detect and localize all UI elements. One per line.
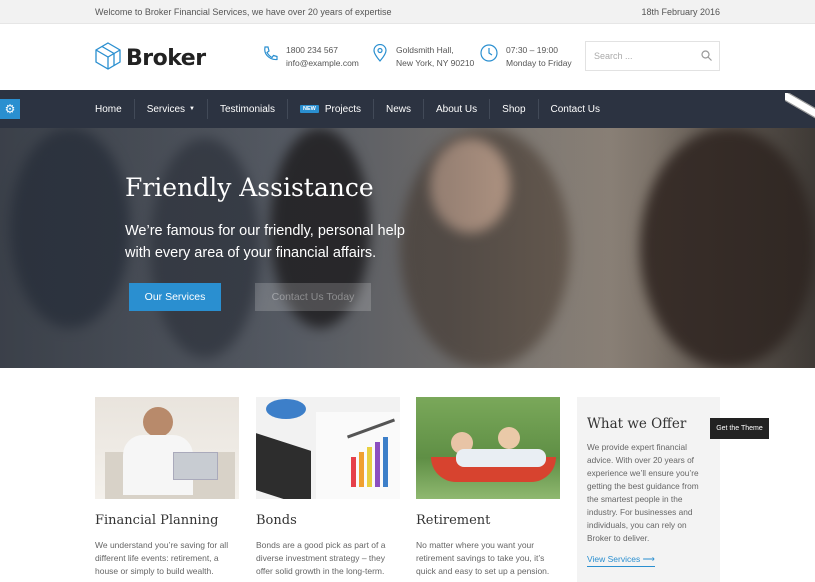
map-pin-icon	[372, 44, 388, 62]
search-placeholder: Search ...	[594, 51, 633, 61]
hours-contact: 07:30 – 19:00 Monday to Friday	[480, 44, 572, 70]
top-bar: Welcome to Broker Financial Services, we…	[0, 0, 815, 24]
card-financial-planning: Financial Planning We understand you’re …	[95, 397, 239, 578]
hours-time: 07:30 – 19:00	[506, 45, 558, 55]
offer-title: What we Offer	[587, 416, 687, 432]
address-contact: Goldsmith Hall, New York, NY 90210	[372, 44, 474, 70]
current-date: 18th February 2016	[641, 7, 720, 17]
card-image-man-laptop[interactable]	[95, 397, 239, 499]
card-title[interactable]: Retirement	[416, 513, 560, 528]
hero-banner: Friendly Assistance We’re famous for our…	[0, 128, 815, 368]
logo-wordmark: Broker	[126, 46, 206, 71]
phone-number[interactable]: 1800 234 567	[286, 44, 359, 57]
phone-contact: 1800 234 567 info@example.com	[262, 44, 359, 70]
card-image-couple-hammock[interactable]	[416, 397, 560, 499]
address-line-2: New York, NY 90210	[396, 58, 475, 68]
nav-item-projects[interactable]: NEW Projects	[288, 99, 374, 119]
nav-item-services[interactable]: Services ▼	[135, 99, 208, 119]
card-title[interactable]: Financial Planning	[95, 513, 239, 528]
search-icon[interactable]	[701, 50, 712, 61]
search-input[interactable]: Search ...	[585, 41, 720, 71]
nav-label: Shop	[502, 103, 526, 115]
nav-item-shop[interactable]: Shop	[490, 99, 539, 119]
nav-label: Testimonials	[220, 103, 276, 115]
view-services-link[interactable]: View Services ⟶	[587, 554, 655, 567]
nav-label: Projects	[324, 103, 361, 115]
nav-label: Services	[146, 103, 186, 115]
card-title[interactable]: Bonds	[256, 513, 400, 528]
our-services-button[interactable]: Our Services	[129, 283, 221, 311]
offer-text: We provide expert financial advice. With…	[587, 442, 699, 543]
settings-gear-icon[interactable]: ⚙	[0, 99, 20, 119]
hours-days: Monday to Friday	[506, 58, 572, 68]
nav-item-contact-us[interactable]: Contact Us	[539, 99, 612, 119]
nav-label: Contact Us	[550, 103, 600, 115]
get-the-theme-button[interactable]: Get the Theme	[710, 418, 769, 439]
email-address[interactable]: info@example.com	[286, 57, 359, 70]
main-navigation: ⚙ Home Services ▼ Testimonials NEW Project…	[0, 90, 815, 128]
welcome-message: Welcome to Broker Financial Services, we…	[95, 7, 392, 17]
hero-subtitle: We’re famous for our friendly, personal …	[125, 223, 405, 261]
what-we-offer-panel: What we Offer We provide expert financia…	[577, 397, 720, 582]
clock-icon	[480, 44, 498, 62]
card-retirement: Retirement No matter where you want your…	[416, 397, 560, 578]
nav-item-home[interactable]: Home	[95, 99, 135, 119]
nav-label: About Us	[436, 103, 478, 115]
card-text: Bonds are a good pick as part of a diver…	[256, 540, 386, 576]
corner-ribbon[interactable]	[785, 93, 815, 123]
nav-item-news[interactable]: News	[374, 99, 425, 119]
card-image-charts-keyboard[interactable]	[256, 397, 400, 499]
phone-icon	[262, 44, 278, 62]
nav-item-testimonials[interactable]: Testimonials	[208, 99, 289, 119]
nav-item-about-us[interactable]: About Us	[424, 99, 491, 119]
address-line-1: Goldsmith Hall,	[396, 45, 454, 55]
site-header: Broker 1800 234 567 info@example.com Gol…	[0, 24, 815, 90]
caret-down-icon: ▼	[189, 106, 195, 112]
site-logo[interactable]: Broker	[95, 42, 206, 75]
card-text: No matter where you want your retirement…	[416, 540, 550, 576]
nav-label: Home	[95, 103, 122, 115]
hero-title: Friendly Assistance	[125, 173, 374, 202]
nav-label: News	[386, 103, 412, 115]
new-badge: NEW	[300, 105, 319, 113]
card-bonds: Bonds Bonds are a good pick as part of a…	[256, 397, 400, 578]
contact-us-today-button[interactable]: Contact Us Today	[255, 283, 371, 311]
cube-logo-icon	[95, 42, 121, 75]
card-text: We understand you’re saving for all diff…	[95, 540, 229, 576]
